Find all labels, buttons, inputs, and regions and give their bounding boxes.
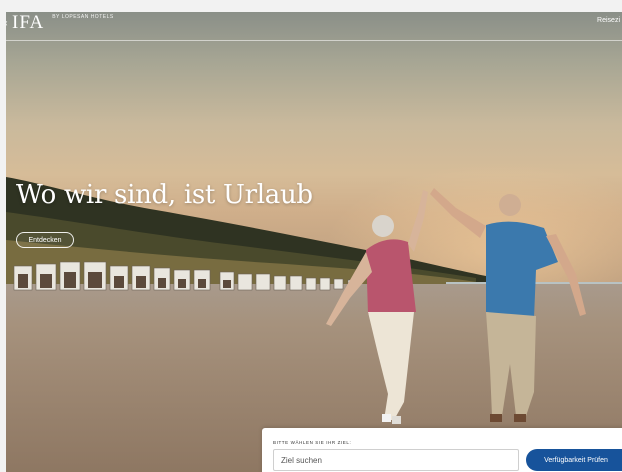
logo-text: IFA bbox=[12, 12, 45, 33]
booking-panel: BITTE WÄHLEN SIE IHR ZIEL: Verfügbarkeit… bbox=[262, 428, 622, 472]
header-divider bbox=[6, 40, 622, 41]
page-frame: ‹IFA BY LOPESAN HOTELS Reisezi Wo wir si… bbox=[6, 12, 622, 472]
chevron-left-icon: ‹ bbox=[6, 15, 9, 29]
destination-label: BITTE WÄHLEN SIE IHR ZIEL: bbox=[273, 440, 352, 445]
logo-wordmark: ‹IFA bbox=[6, 13, 44, 32]
check-availability-button[interactable]: Verfügbarkeit Prüfen bbox=[526, 449, 622, 471]
couple-figures bbox=[326, 188, 586, 424]
brand-logo[interactable]: ‹IFA BY LOPESAN HOTELS bbox=[6, 13, 114, 32]
hero-background-photo bbox=[6, 12, 622, 472]
explore-button[interactable]: Entdecken bbox=[16, 232, 74, 248]
logo-subtitle: BY LOPESAN HOTELS bbox=[52, 14, 114, 20]
hero-title: Wo wir sind, ist Urlaub bbox=[16, 180, 313, 210]
nav-link-reiseziele[interactable]: Reisezi bbox=[597, 17, 620, 24]
destination-search-input[interactable] bbox=[273, 449, 519, 471]
